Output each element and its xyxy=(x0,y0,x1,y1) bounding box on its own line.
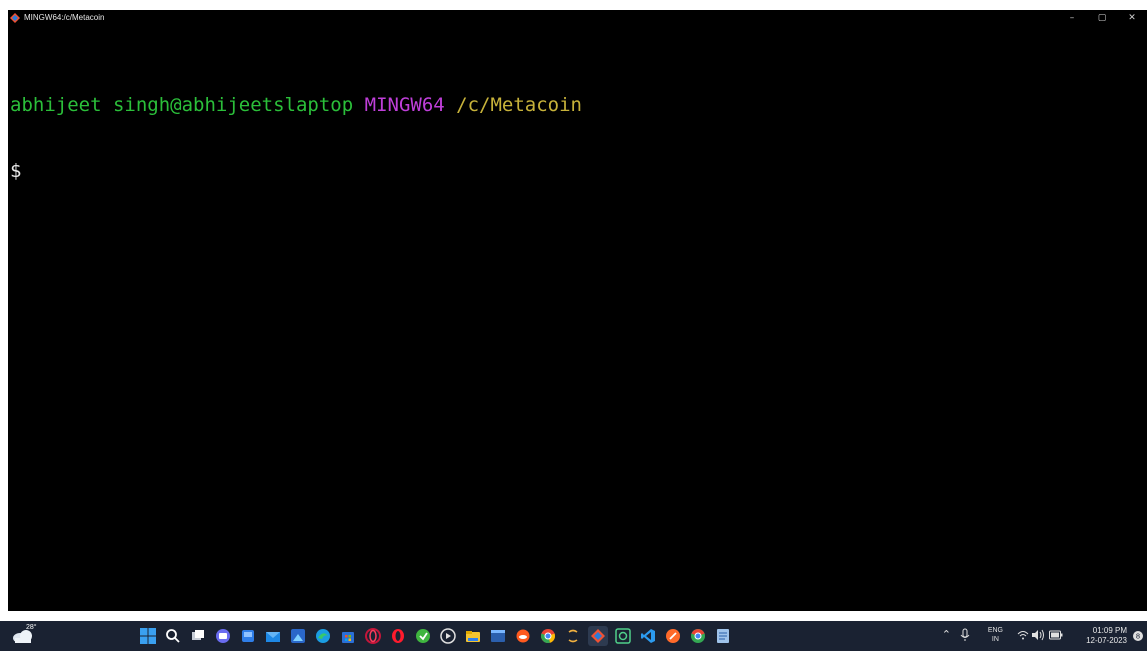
edge-icon[interactable] xyxy=(313,626,333,646)
terminal-output[interactable]: abhijeet singh@abhijeetslaptop MINGW64 /… xyxy=(10,50,582,226)
desktop: MINGW64:/c/Metacoin – ▢ ✕ abhijeet singh… xyxy=(0,0,1147,651)
taskbar: 28° ⌃ ENG IN 01:09 PM 12-07-2023 8 xyxy=(0,621,1147,651)
maximize-button[interactable]: ▢ xyxy=(1087,10,1117,26)
prompt-header-line: abhijeet singh@abhijeetslaptop MINGW64 /… xyxy=(10,94,582,116)
microphone-icon[interactable] xyxy=(959,628,971,642)
date: 12-07-2023 xyxy=(1086,636,1127,645)
current-path: /c/Metacoin xyxy=(456,94,582,116)
notepad-icon[interactable] xyxy=(713,626,733,646)
close-button[interactable]: ✕ xyxy=(1117,10,1147,26)
store-icon[interactable] xyxy=(338,626,358,646)
opera-icon[interactable] xyxy=(363,626,383,646)
notification-icon[interactable]: 8 xyxy=(1132,630,1144,642)
chevron-up-icon[interactable]: ⌃ xyxy=(942,628,951,641)
app-grid-icon[interactable] xyxy=(613,626,633,646)
prompt-line[interactable]: $ xyxy=(10,160,582,182)
mail-icon[interactable] xyxy=(263,626,283,646)
window-controls: – ▢ ✕ xyxy=(1057,10,1147,26)
minimize-button[interactable]: – xyxy=(1057,10,1087,26)
app-green-icon[interactable] xyxy=(413,626,433,646)
time: 01:09 PM xyxy=(1092,626,1127,635)
title-bar[interactable]: MINGW64:/c/Metacoin – ▢ ✕ xyxy=(8,10,1147,26)
app-compass-icon[interactable] xyxy=(663,626,683,646)
widgets-icon[interactable] xyxy=(238,626,258,646)
app-sync-icon[interactable] xyxy=(563,626,583,646)
terminal-icon[interactable] xyxy=(488,626,508,646)
system-name: MINGW64 xyxy=(364,94,445,116)
language-indicator[interactable]: ENG IN xyxy=(988,626,1003,644)
photos-icon[interactable] xyxy=(288,626,308,646)
system-tray: ⌃ ENG IN 01:09 PM 12-07-2023 8 xyxy=(927,621,1147,651)
opera-gx-icon[interactable] xyxy=(388,626,408,646)
region-code: IN xyxy=(991,636,999,643)
user-host: abhijeet singh@abhijeetslaptop xyxy=(10,94,354,116)
battery-icon[interactable] xyxy=(1049,630,1063,640)
git-bash-app-icon xyxy=(10,13,20,23)
wifi-icon[interactable] xyxy=(1017,629,1029,641)
svg-text:8: 8 xyxy=(1136,633,1140,641)
weather-widget[interactable]: 28° xyxy=(12,624,38,646)
window-title: MINGW64:/c/Metacoin xyxy=(24,13,105,22)
volume-icon[interactable] xyxy=(1031,629,1045,641)
git-bash-icon[interactable] xyxy=(588,626,608,646)
temperature: 28° xyxy=(26,624,37,631)
chrome-alt-icon[interactable] xyxy=(688,626,708,646)
media-player-icon[interactable] xyxy=(438,626,458,646)
clock[interactable]: 01:09 PM 12-07-2023 xyxy=(1086,626,1127,646)
chrome-icon[interactable] xyxy=(538,626,558,646)
language-code: ENG xyxy=(987,627,1003,634)
prompt-symbol: $ xyxy=(10,160,22,182)
vscode-icon[interactable] xyxy=(638,626,658,646)
app-orange-icon[interactable] xyxy=(513,626,533,646)
search-icon[interactable] xyxy=(163,626,183,646)
start-icon[interactable] xyxy=(138,626,158,646)
terminal-window[interactable]: MINGW64:/c/Metacoin – ▢ ✕ abhijeet singh… xyxy=(8,10,1147,611)
task-view-icon[interactable] xyxy=(188,626,208,646)
file-explorer-icon[interactable] xyxy=(463,626,483,646)
chat-icon[interactable] xyxy=(213,626,233,646)
